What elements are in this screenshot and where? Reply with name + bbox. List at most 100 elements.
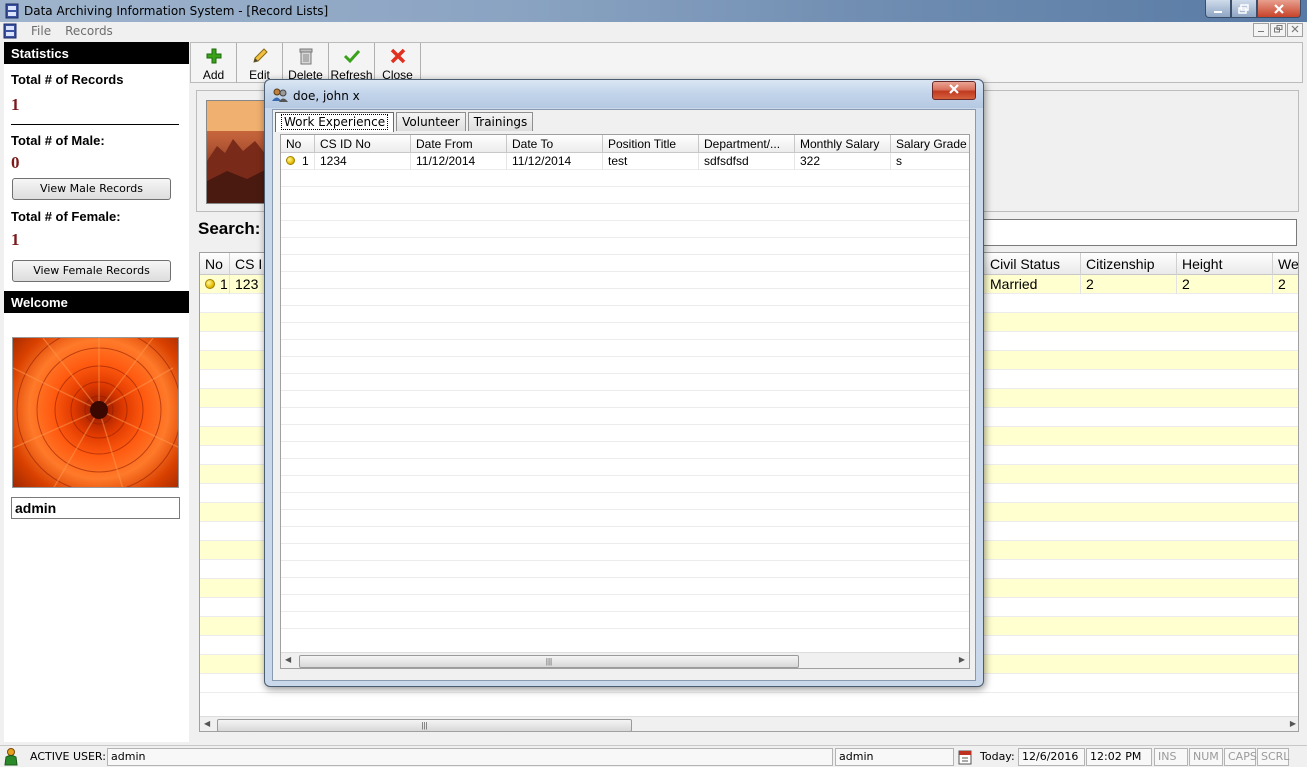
records-horizontal-scrollbar[interactable]: ◀ ||| ▶ <box>200 716 1298 731</box>
pencil-icon <box>252 48 268 63</box>
scroll-right-icon[interactable]: ▶ <box>959 655 965 664</box>
table-row <box>281 578 969 595</box>
menu-bar: File Records <box>0 22 1307 40</box>
menu-file[interactable]: File <box>24 24 58 38</box>
mdi-restore-button[interactable] <box>1270 23 1286 37</box>
close-button[interactable]: Close <box>375 43 421 83</box>
table-row <box>281 391 969 408</box>
table-row <box>281 357 969 374</box>
scrl-indicator: SCRL <box>1257 748 1289 766</box>
column-header-no[interactable]: No <box>281 135 315 153</box>
cell-weight: 2 <box>1273 275 1298 294</box>
dialog-title-bar[interactable]: doe, john x <box>265 80 983 108</box>
search-input[interactable] <box>980 219 1297 246</box>
tab-work-experience-label: Work Experience <box>281 114 389 130</box>
mdi-controls <box>1253 23 1303 37</box>
delete-button[interactable]: Delete <box>283 43 329 83</box>
table-row <box>281 306 969 323</box>
column-header-date-from[interactable]: Date From <box>411 135 507 153</box>
add-label: Add <box>202 68 225 82</box>
work-experience-grid-header: No CS ID No Date From Date To Position T… <box>281 135 969 153</box>
user-icon <box>4 748 18 766</box>
table-row <box>281 323 969 340</box>
total-records-value: 1 <box>11 95 20 114</box>
work-experience-horizontal-scrollbar[interactable]: ◀ ||| ▶ <box>281 652 969 668</box>
tab-work-experience[interactable]: Work Experience <box>275 112 395 132</box>
row-status-icon <box>286 156 295 165</box>
column-header-weight[interactable]: We <box>1273 253 1298 275</box>
mdi-child-icon[interactable] <box>2 23 18 39</box>
view-male-records-button[interactable]: View Male Records <box>12 178 171 200</box>
cell-salary-grade: s <box>896 154 902 168</box>
close-icon <box>1291 25 1299 33</box>
table-row <box>281 442 969 459</box>
statistics-header: Statistics <box>4 42 189 64</box>
close-icon <box>949 84 959 94</box>
table-row <box>281 544 969 561</box>
work-experience-grid: No CS ID No Date From Date To Position T… <box>280 134 970 669</box>
scroll-thumb[interactable]: ||| <box>299 655 799 668</box>
add-button[interactable]: Add <box>191 43 237 83</box>
caps-indicator: CAPS <box>1224 748 1257 766</box>
trash-icon <box>299 48 312 65</box>
column-header-no[interactable]: No <box>200 253 230 275</box>
column-header-date-to[interactable]: Date To <box>507 135 603 153</box>
checkmark-icon <box>343 49 360 64</box>
column-header-salary-grade[interactable]: Salary Grade <box>891 135 969 153</box>
time-field: 12:02 PM <box>1086 748 1152 766</box>
column-header-height[interactable]: Height <box>1177 253 1273 275</box>
cell-citizenship: 2 <box>1081 275 1177 294</box>
stats-divider <box>11 124 179 125</box>
refresh-button[interactable]: Refresh <box>329 43 375 83</box>
scroll-thumb[interactable]: ||| <box>217 719 632 731</box>
add-icon <box>206 48 221 64</box>
mdi-minimize-button[interactable] <box>1253 23 1269 37</box>
record-photo <box>206 100 266 204</box>
restore-button[interactable] <box>1231 0 1257 18</box>
column-header-monthly-salary[interactable]: Monthly Salary <box>795 135 891 153</box>
table-row <box>281 527 969 544</box>
tab-volunteer[interactable]: Volunteer <box>396 112 466 131</box>
table-row <box>281 170 969 187</box>
column-header-department[interactable]: Department/... <box>699 135 795 153</box>
dialog-close-button[interactable] <box>932 81 976 100</box>
total-records-label: Total # of Records <box>11 72 124 87</box>
calendar-icon <box>958 750 972 765</box>
date-field: 12/6/2016 <box>1018 748 1085 766</box>
minimize-icon <box>1214 10 1222 13</box>
table-row <box>281 374 969 391</box>
column-header-civil-status[interactable]: Civil Status <box>985 253 1081 275</box>
table-row <box>281 476 969 493</box>
menu-records[interactable]: Records <box>58 24 120 38</box>
statistics-panel: Statistics Total # of Records 1 Total # … <box>4 42 189 742</box>
scroll-left-icon[interactable]: ◀ <box>204 719 210 728</box>
table-row <box>281 187 969 204</box>
active-user-label: ACTIVE USER: <box>30 750 106 763</box>
app-icon <box>5 3 19 19</box>
mdi-close-button[interactable] <box>1287 23 1303 37</box>
table-row <box>281 289 969 306</box>
tab-trainings[interactable]: Trainings <box>467 112 534 131</box>
column-header-position-title[interactable]: Position Title <box>603 135 699 153</box>
cell-department: sdfsdfsd <box>699 153 795 170</box>
edit-button[interactable]: Edit <box>237 43 283 83</box>
record-detail-dialog: doe, john x Work Experience Volunteer Tr… <box>264 79 984 687</box>
welcome-header: Welcome <box>4 291 189 313</box>
username-display: admin <box>11 497 180 519</box>
title-bar: Data Archiving Information System - [Rec… <box>0 0 1307 22</box>
window-title: Data Archiving Information System - [Rec… <box>24 4 329 18</box>
ins-indicator: INS <box>1154 748 1188 766</box>
user-avatar <box>12 337 179 488</box>
view-female-records-button[interactable]: View Female Records <box>12 260 171 282</box>
table-row[interactable]: 1 1234 11/12/2014 11/12/2014 test sdfsdf… <box>281 153 969 170</box>
scroll-left-icon[interactable]: ◀ <box>285 655 291 664</box>
row-status-icon <box>205 279 215 289</box>
minimize-button[interactable] <box>1205 0 1231 18</box>
close-window-button[interactable] <box>1257 0 1301 18</box>
restore-icon <box>1273 25 1282 33</box>
scroll-right-icon[interactable]: ▶ <box>1290 719 1296 728</box>
table-row <box>281 425 969 442</box>
total-male-label: Total # of Male: <box>11 133 105 148</box>
column-header-cs-id-no[interactable]: CS ID No <box>315 135 411 153</box>
column-header-citizenship[interactable]: Citizenship <box>1081 253 1177 275</box>
